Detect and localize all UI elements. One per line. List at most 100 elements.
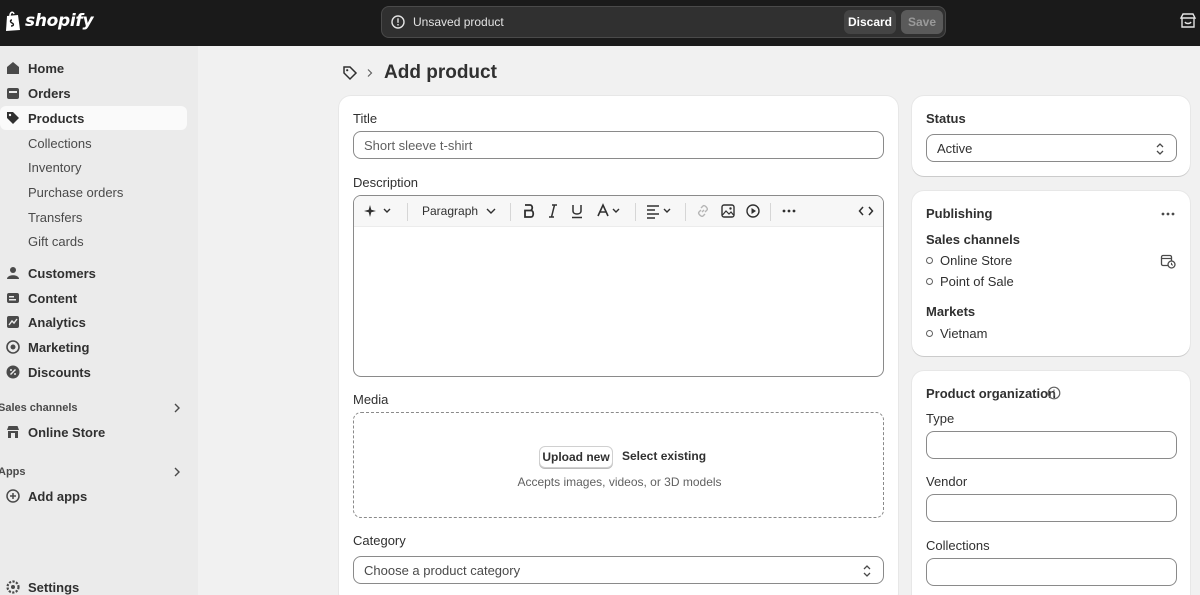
orders-icon — [7, 88, 19, 99]
title-input[interactable]: Short sleeve t-shirt — [353, 131, 884, 159]
bold-icon[interactable] — [521, 203, 537, 219]
nav-label: Customers — [28, 265, 96, 281]
store-icon[interactable] — [1179, 12, 1197, 30]
status-select[interactable]: Active — [926, 134, 1177, 162]
status-card: Status Active — [912, 96, 1190, 176]
more-horizontal-icon[interactable] — [781, 203, 797, 219]
markets-label: Markets — [926, 304, 976, 319]
link-icon[interactable] — [695, 203, 711, 219]
nav-customers[interactable]: Customers — [0, 261, 187, 285]
store-icon — [7, 426, 19, 438]
nav-label: Add apps — [28, 488, 88, 504]
status-dot — [926, 278, 933, 285]
collections-input[interactable] — [926, 558, 1177, 586]
calendar-time-icon[interactable] — [1160, 253, 1176, 269]
shopify-bag-icon — [6, 11, 20, 31]
chevron-down-icon[interactable] — [382, 203, 392, 219]
toolbar-divider — [635, 203, 636, 221]
person-icon — [7, 267, 19, 279]
title-label: Title — [353, 111, 378, 126]
upload-new-button[interactable]: Upload new — [539, 446, 613, 468]
description-label: Description — [353, 175, 419, 190]
nav-collections[interactable]: Collections — [0, 131, 187, 155]
channel-online-store: Online Store — [940, 253, 1013, 268]
info-icon[interactable] — [1047, 386, 1061, 400]
nav-discounts[interactable]: Discounts — [0, 360, 187, 384]
apps-heading[interactable]: Apps — [0, 460, 187, 484]
chevron-down-icon[interactable] — [485, 203, 497, 219]
vendor-input[interactable] — [926, 494, 1177, 522]
select-arrows-icon — [863, 565, 871, 577]
nav-label: Online Store — [28, 424, 106, 440]
nav-transfers[interactable]: Transfers — [0, 205, 187, 229]
toolbar-divider — [510, 203, 511, 221]
nav-settings[interactable]: Settings — [0, 575, 187, 595]
italic-icon[interactable] — [545, 203, 561, 219]
target-icon — [6, 340, 20, 354]
nav-inventory[interactable]: Inventory — [0, 155, 187, 179]
analytics-icon — [7, 316, 19, 328]
ai-sparkle-icon[interactable] — [364, 203, 380, 219]
nav-gift-cards[interactable]: Gift cards — [0, 229, 187, 253]
status-value: Active — [937, 140, 973, 156]
plus-circle-icon — [6, 489, 20, 503]
home-icon — [7, 62, 19, 74]
nav-products[interactable]: Products — [0, 106, 187, 130]
chevron-right-icon — [174, 467, 180, 477]
nav-content[interactable]: Content — [0, 286, 187, 310]
nav-online-store[interactable]: Online Store — [0, 420, 187, 444]
media-dropzone[interactable]: Upload new Select existing Accepts image… — [353, 412, 884, 518]
nav-purchase-orders[interactable]: Purchase orders — [0, 180, 187, 204]
shopify-logo[interactable]: shopify — [4, 10, 94, 32]
image-icon[interactable] — [720, 203, 736, 219]
nav-label: Content — [28, 290, 78, 306]
save-button[interactable]: Save — [901, 10, 943, 34]
sales-channels-heading[interactable]: Sales channels — [0, 396, 187, 420]
nav-label: Gift cards — [28, 233, 84, 249]
align-left-icon[interactable] — [645, 203, 661, 219]
select-existing-button[interactable]: Select existing — [622, 449, 706, 463]
nav-label: Inventory — [28, 159, 82, 175]
text-color-icon[interactable] — [595, 203, 611, 219]
code-icon[interactable] — [858, 203, 874, 219]
nav-home[interactable]: Home — [0, 56, 187, 80]
chevron-down-icon[interactable] — [662, 203, 672, 219]
sales-channels-label: Sales channels — [926, 232, 1020, 247]
nav-orders[interactable]: Orders — [0, 81, 187, 105]
category-select[interactable]: Choose a product category — [353, 556, 884, 584]
product-details-card: Title Short sleeve t-shirt Description P… — [339, 96, 898, 595]
unsaved-changes-bar: Unsaved product Discard Save — [381, 6, 946, 38]
nav-add-apps[interactable]: Add apps — [0, 484, 187, 508]
editor-toolbar: Paragraph — [354, 196, 883, 227]
category-placeholder: Choose a product category — [364, 562, 521, 578]
page-title: Add product — [384, 62, 497, 83]
nav-label: Collections — [28, 135, 92, 151]
collections-label: Collections — [926, 538, 990, 553]
description-editor[interactable]: Paragraph — [353, 195, 884, 377]
nav-label: Products — [28, 110, 85, 126]
media-note: Accepts images, videos, or 3D models — [517, 475, 722, 489]
discard-button[interactable]: Discard — [844, 10, 896, 34]
nav-analytics[interactable]: Analytics — [0, 310, 187, 334]
content-icon — [7, 293, 19, 303]
nav-label: Home — [28, 60, 65, 76]
tag-icon[interactable] — [342, 65, 358, 81]
product-organization-card: Product organization Type Vendor Collect… — [912, 371, 1190, 595]
underline-icon[interactable] — [569, 203, 585, 219]
alert-icon — [391, 15, 405, 29]
nav-label: Transfers — [28, 209, 83, 225]
chevron-down-icon[interactable] — [611, 203, 621, 219]
more-horizontal-icon[interactable] — [1160, 208, 1176, 220]
type-input[interactable] — [926, 431, 1177, 459]
nav-label: Marketing — [28, 339, 90, 355]
nav-label: Settings — [28, 579, 80, 595]
tag-icon — [7, 112, 19, 124]
nav-marketing[interactable]: Marketing — [0, 335, 187, 359]
sidebar: Home Orders Products Collections Invento… — [0, 46, 198, 595]
chevron-right-icon — [367, 69, 373, 77]
media-label: Media — [353, 392, 389, 407]
paragraph-select[interactable]: Paragraph — [422, 204, 478, 218]
nav-label: Analytics — [28, 314, 86, 330]
section-label: Sales channels — [0, 402, 78, 414]
video-icon[interactable] — [745, 203, 761, 219]
